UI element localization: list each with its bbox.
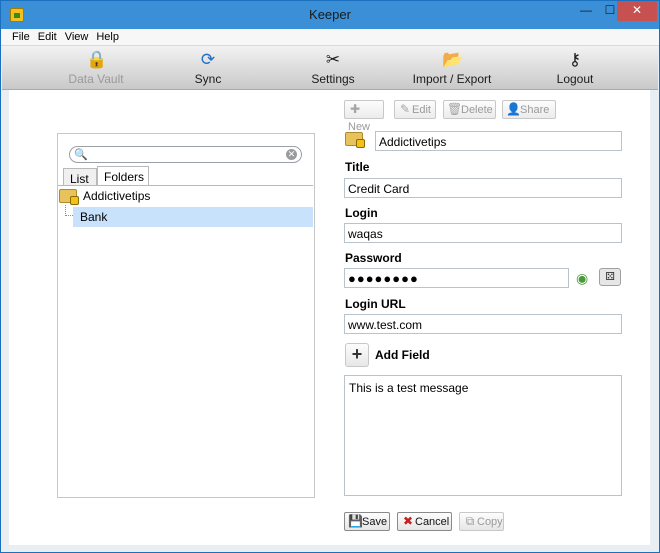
copy-label: Copy [477, 516, 503, 528]
cross-icon: ✖ [402, 514, 414, 528]
lock-icon: 🔒 [86, 50, 108, 69]
title-field[interactable]: Credit Card [344, 178, 622, 198]
key-icon: ⚷ [568, 50, 582, 69]
title-label: Title [345, 160, 370, 174]
share-label: Share [520, 104, 550, 116]
minimize-button[interactable]: — [574, 1, 598, 21]
password-field[interactable]: ●●●●●●●● [344, 268, 569, 288]
save-button[interactable]: 💾Save [344, 512, 390, 531]
sync-label: Sync [194, 72, 222, 86]
sync-button[interactable]: ⟳ Sync [188, 50, 228, 86]
plus-icon: ✚ [349, 102, 361, 116]
tab-folders[interactable]: Folders [97, 166, 149, 186]
add-field-label[interactable]: Add Field [375, 348, 430, 362]
folder-import-icon: 📂 [442, 50, 464, 69]
floppy-icon: 💾 [348, 514, 363, 528]
clear-search-icon[interactable]: ✕ [286, 149, 297, 160]
notes-textarea[interactable]: This is a test message [344, 375, 622, 496]
login-label: Login [345, 206, 378, 220]
menu-edit[interactable]: Edit [34, 29, 61, 43]
search-box[interactable]: 🔍 ✕ [69, 146, 302, 163]
delete-label: Delete [461, 104, 493, 116]
folder-root-label: Addictivetips [83, 188, 151, 203]
cancel-label: Cancel [415, 516, 450, 528]
settings-label: Settings [311, 72, 355, 86]
password-label: Password [345, 251, 402, 265]
import-export-label: Import / Export [412, 72, 492, 86]
login-url-field[interactable]: www.test.com [344, 314, 622, 334]
trash-icon: 🗑 [447, 102, 463, 116]
pencil-icon: ✎ [399, 102, 411, 116]
tree-item-bank[interactable]: Bank [73, 207, 313, 227]
plus-icon: + [351, 344, 363, 364]
logout-label: Logout [556, 72, 594, 86]
save-label: Save [362, 516, 388, 528]
login-field[interactable]: waqas [344, 223, 622, 243]
delete-record-button[interactable]: 🗑Delete [443, 100, 496, 119]
copy-icon: ⧉ [465, 514, 475, 528]
window-title: Keeper [309, 7, 351, 22]
settings-button[interactable]: ✂ Settings [305, 50, 361, 86]
tree-connector [65, 205, 73, 216]
tab-list[interactable]: List [63, 168, 97, 186]
edit-label: Edit [412, 104, 431, 116]
dice-generate-icon[interactable]: ⚄ [599, 268, 621, 286]
share-record-button[interactable]: 👤Share [502, 100, 556, 119]
login-url-label: Login URL [345, 297, 406, 311]
title-bar: Keeper — ☐ ✕ [1, 1, 659, 29]
import-export-button[interactable]: 📂 Import / Export [410, 50, 494, 86]
sync-icon: ⟳ [200, 50, 216, 69]
eye-icon[interactable]: ◉ [576, 270, 588, 287]
record-folder-field[interactable]: Addictivetips [375, 131, 622, 151]
menu-help[interactable]: Help [92, 29, 123, 43]
tab-divider [58, 185, 313, 186]
record-folder-icon [345, 132, 365, 148]
edit-record-button[interactable]: ✎ Edit [394, 100, 436, 119]
add-field-button[interactable]: + [345, 343, 369, 367]
copy-button[interactable]: ⧉ Copy [459, 512, 504, 531]
main-toolbar: 🔒 Data Vault ⟳ Sync ✂ Settings 📂 Import … [2, 46, 658, 90]
search-icon: 🔍 [74, 149, 88, 161]
user-icon: 👤 [506, 102, 521, 116]
menu-view[interactable]: View [61, 29, 93, 43]
new-record-button[interactable]: ✚New [344, 100, 384, 133]
shared-folder-icon [59, 188, 79, 205]
logout-button[interactable]: ⚷ Logout [553, 50, 597, 86]
close-button[interactable]: ✕ [617, 1, 657, 21]
menu-file[interactable]: File [1, 29, 34, 43]
cancel-button[interactable]: ✖ Cancel [397, 512, 452, 531]
data-vault-label: Data Vault [68, 72, 124, 86]
tools-icon: ✂ [325, 50, 341, 69]
data-vault-button[interactable]: 🔒 Data Vault [66, 50, 126, 86]
folder-tree-root[interactable]: Addictivetips [59, 188, 150, 206]
menu-bar: File Edit View Help [1, 29, 659, 46]
